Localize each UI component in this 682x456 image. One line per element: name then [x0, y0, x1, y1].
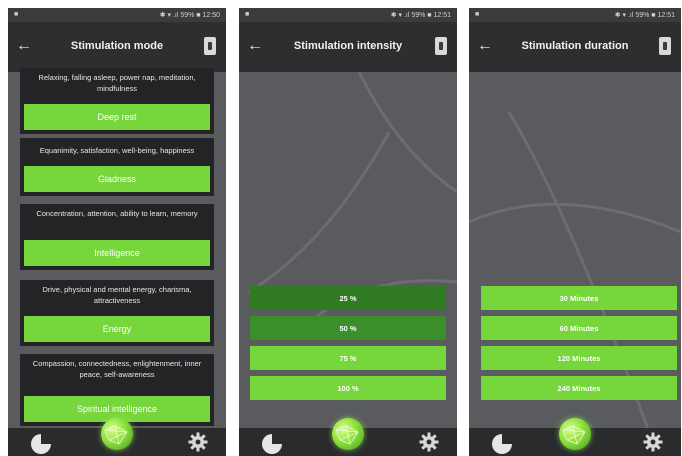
phone-screen-mode: ■ ✱ ▾ .ıl 59% ■ 12:50 ← Stimulation mode… [8, 8, 226, 456]
page-title: Stimulation mode [70, 40, 164, 52]
globe-icon[interactable] [332, 418, 364, 450]
pie-chart-icon[interactable] [262, 434, 282, 454]
battery-icon[interactable] [659, 37, 671, 55]
app-bar: ← Stimulation mode [8, 22, 226, 72]
status-bar: ■ ✱ ▾ .ıl 59% ■ 12:50 [8, 8, 226, 22]
intensity-50-button[interactable]: 50 % [250, 316, 446, 340]
energy-button[interactable]: Energy [24, 316, 210, 342]
phone-screen-intensity: ■ ✱ ▾ .ıl 59% ■ 12:51 ← Stimulation inte… [239, 8, 457, 456]
status-right: ✱ ▾ .ıl 59% ■ 12:51 [614, 12, 675, 19]
mode-description: Relaxing, falling asleep, power nap, med… [38, 73, 196, 93]
deep-rest-button[interactable]: Deep rest [24, 104, 210, 130]
battery-icon[interactable] [435, 37, 447, 55]
duration-30-button[interactable]: 30 Minutes [481, 286, 677, 310]
status-bar: ■ ✱ ▾ .ıl 59% ■ 12:51 [469, 8, 681, 22]
page-title: Stimulation duration [521, 40, 629, 52]
app-bar: ← Stimulation duration [469, 22, 681, 72]
mode-description: Equanimity, satisfaction, well-being, ha… [39, 146, 195, 155]
mode-description: Compassion, connectedness, enlightenment… [32, 359, 202, 379]
status-left: ■ [475, 11, 480, 18]
gladness-button[interactable]: Gladness [24, 166, 210, 192]
gear-icon[interactable] [188, 432, 208, 452]
globe-icon[interactable] [101, 418, 133, 450]
intensity-25-button[interactable]: 25 % [250, 286, 446, 310]
status-bar: ■ ✱ ▾ .ıl 59% ■ 12:51 [239, 8, 457, 22]
battery-icon[interactable] [204, 37, 216, 55]
phone-screen-duration: ■ ✱ ▾ .ıl 59% ■ 12:51 ← Stimulation dura… [469, 8, 681, 456]
mode-card-gladness: Equanimity, satisfaction, well-being, ha… [20, 138, 214, 196]
gear-icon[interactable] [643, 432, 663, 452]
duration-120-button[interactable]: 120 Minutes [481, 346, 677, 370]
pie-chart-icon[interactable] [31, 434, 51, 454]
duration-60-button[interactable]: 60 Minutes [481, 316, 677, 340]
status-right: ✱ ▾ .ıl 59% ■ 12:51 [390, 12, 451, 19]
mode-card-deep-rest: Relaxing, falling asleep, power nap, med… [20, 68, 214, 134]
mode-description: Concentration, attention, ability to lea… [36, 209, 198, 218]
mode-card-energy: Drive, physical and mental energy, chari… [20, 280, 214, 346]
mode-card-intelligence: Concentration, attention, ability to lea… [20, 204, 214, 270]
mode-card-spiritual-intelligence: Compassion, connectedness, enlightenment… [20, 354, 214, 426]
page-title: Stimulation intensity [293, 40, 403, 52]
gear-icon[interactable] [419, 432, 439, 452]
duration-240-button[interactable]: 240 Minutes [481, 376, 677, 400]
status-left: ■ [14, 11, 19, 18]
intensity-75-button[interactable]: 75 % [250, 346, 446, 370]
status-right: ✱ ▾ .ıl 59% ■ 12:50 [159, 12, 220, 19]
pie-chart-icon[interactable] [492, 434, 512, 454]
app-bar: ← Stimulation intensity [239, 22, 457, 72]
status-left: ■ [245, 11, 250, 18]
intensity-100-button[interactable]: 100 % [250, 376, 446, 400]
mode-description: Drive, physical and mental energy, chari… [42, 285, 192, 305]
intelligence-button[interactable]: Intelligence [24, 240, 210, 266]
globe-icon[interactable] [559, 418, 591, 450]
